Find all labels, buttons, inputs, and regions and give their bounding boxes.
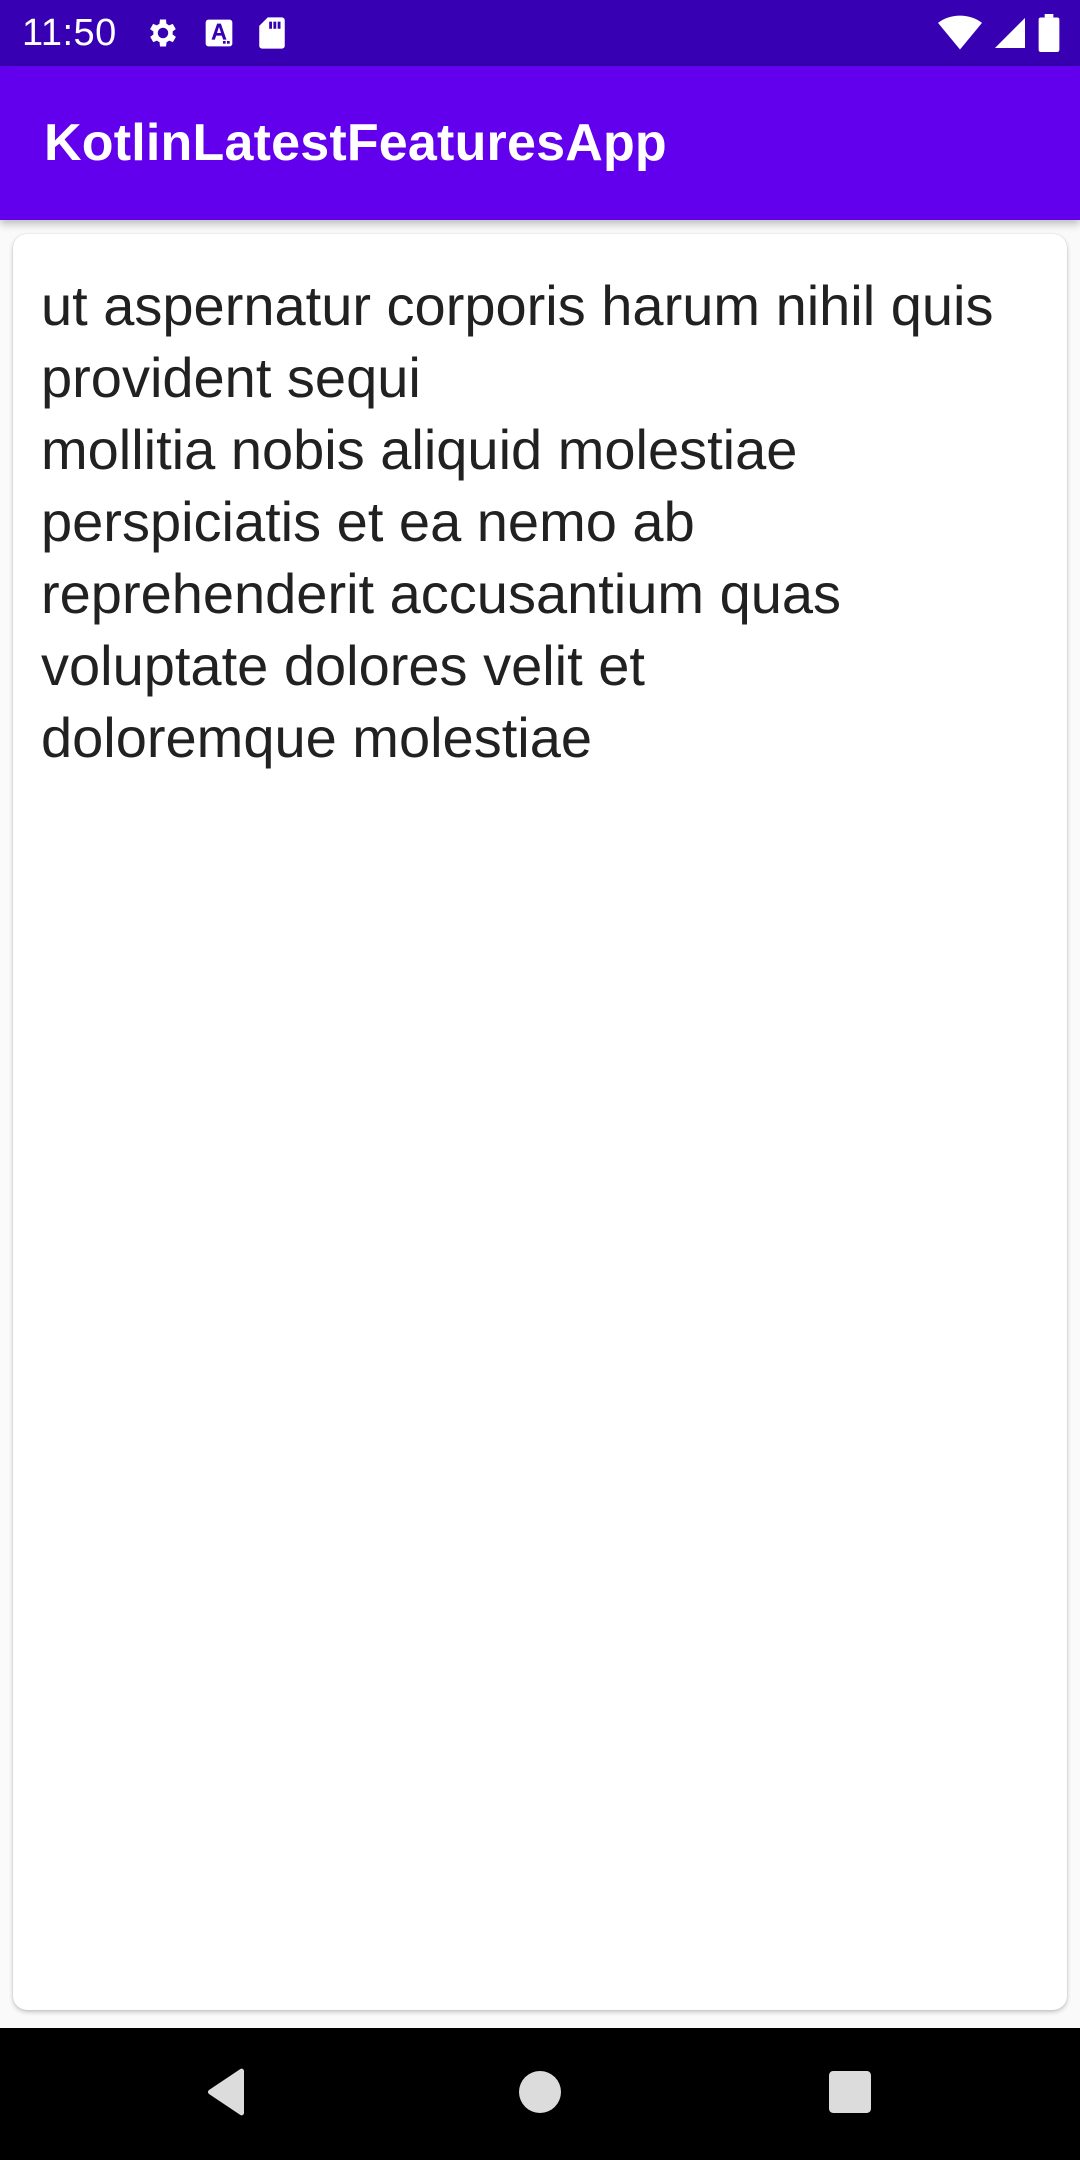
font-a-icon [203,17,235,49]
cell-signal-icon [992,15,1028,51]
status-time: 11:50 [22,11,117,54]
settings-gear-icon [145,15,181,51]
home-button[interactable] [460,2028,620,2160]
post-title: ut aspernatur corporis harum nihil quis … [41,274,994,409]
back-icon [204,2068,248,2121]
app-bar: KotlinLatestFeaturesApp [0,66,1080,220]
app-title: KotlinLatestFeaturesApp [44,114,667,172]
status-right-icons [938,0,1060,66]
status-left-icons [145,15,287,51]
screen: 11:50 KotlinLatestFeaturesApp ut asperna… [0,0,1080,2160]
navigation-bar [0,2028,1080,2160]
recents-button[interactable] [770,2028,930,2160]
home-icon [519,2070,561,2118]
status-bar: 11:50 [0,0,1080,66]
content-area: ut aspernatur corporis harum nihil quis … [0,220,1080,2028]
post-body: mollitia nobis aliquid molestiae perspic… [41,418,842,769]
battery-icon [1038,14,1060,52]
recents-icon [829,2070,871,2118]
post-card[interactable]: ut aspernatur corporis harum nihil quis … [13,234,1067,2010]
back-button[interactable] [146,2028,306,2160]
sd-card-icon [257,16,287,50]
wifi-icon [938,14,982,52]
